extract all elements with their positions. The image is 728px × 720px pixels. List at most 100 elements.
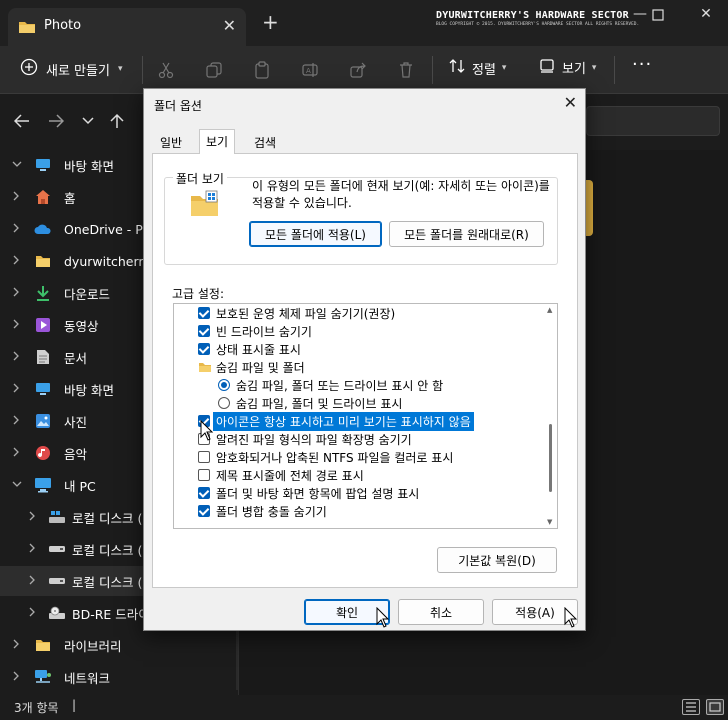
chevron-right-icon[interactable]: [12, 415, 20, 428]
sidebar-item-label: dyurwitcherry: [64, 253, 151, 269]
chevron-right-icon[interactable]: [12, 255, 20, 268]
checkbox-checked[interactable]: [198, 343, 210, 355]
close-window-icon[interactable]: ✕: [688, 6, 724, 26]
chevron-right-icon[interactable]: [12, 671, 20, 684]
checkbox-option-row[interactable]: 빈 드라이브 숨기기: [174, 322, 542, 340]
forward-arrow-icon[interactable]: [48, 113, 65, 132]
new-label: 새로 만들기: [46, 63, 110, 79]
sidebar-item-label: 라이브러리: [64, 638, 122, 654]
pc-icon: [34, 476, 52, 494]
watermark-subtitle: BLOG COPYRIGHT © 2015. DYURWITCHERRY'S H…: [436, 22, 640, 27]
chevron-right-icon[interactable]: [12, 287, 20, 300]
checkbox-option-row[interactable]: 보호된 운영 체제 파일 숨기기(권장): [174, 304, 542, 322]
recent-chevron-icon[interactable]: [82, 113, 94, 132]
maximize-icon[interactable]: [640, 6, 676, 26]
reset-folders-button[interactable]: 모든 폴더를 원래대로(R): [389, 221, 544, 247]
tab-search[interactable]: 검색: [248, 131, 282, 153]
restore-defaults-button[interactable]: 기본값 복원(D): [437, 547, 557, 573]
new-button[interactable]: 새로 만들기 ▾: [20, 58, 122, 80]
close-icon[interactable]: ✕: [564, 93, 577, 112]
new-tab-icon[interactable]: +: [262, 12, 279, 32]
checkbox-unchecked[interactable]: [198, 469, 210, 481]
checkbox-option-row[interactable]: 폴더 및 바탕 화면 항목에 팝업 설명 표시: [174, 484, 542, 502]
sidebar-item-label: 문서: [64, 350, 88, 366]
large-icons-view-icon[interactable]: [706, 699, 724, 715]
view-icon: [540, 58, 556, 77]
delete-icon[interactable]: [394, 58, 418, 82]
view-button[interactable]: 보기 ▾: [540, 58, 596, 77]
option-label: 폴더 및 바탕 화면 항목에 팝업 설명 표시: [216, 486, 420, 501]
desktop-icon: [34, 380, 52, 398]
radio-option-row[interactable]: 숨김 파일, 폴더 또는 드라이브 표시 안 함: [174, 376, 542, 394]
sidebar-item[interactable]: 라이브러리: [0, 630, 238, 660]
sidebar-item-label: OneDrive - Pe: [64, 221, 151, 237]
folder-options-dialog: 폴더 옵션 ✕ 일반 보기 검색 폴더 보기 이 유형의 모든 폴더에 현재 보…: [143, 88, 586, 631]
scroll-up-icon[interactable]: ▲: [547, 306, 552, 314]
sidebar-item[interactable]: 네트워크: [0, 662, 238, 692]
scrollbar-thumb[interactable]: [549, 424, 552, 492]
apply-to-all-folders-button[interactable]: 모든 폴더에 적용(L): [249, 221, 382, 247]
checkbox-option-row[interactable]: 암호화되거나 압축된 NTFS 파일을 컬러로 표시: [174, 448, 542, 466]
sidebar-item-label: 내 PC: [64, 478, 96, 494]
scroll-down-icon[interactable]: ▼: [547, 518, 552, 526]
chevron-right-icon[interactable]: [12, 351, 20, 364]
sidebar-item-label: 사진: [64, 414, 88, 430]
music-icon: [34, 444, 52, 462]
rename-icon[interactable]: A: [298, 58, 322, 82]
advanced-settings-scrollbar[interactable]: ▲ ▼: [545, 304, 557, 528]
checkbox-unchecked[interactable]: [198, 451, 210, 463]
checkbox-checked[interactable]: [198, 325, 210, 337]
watermark-title: DYURWITCHERRY'S HARDWARE SECTOR: [436, 10, 629, 21]
chevron-right-icon[interactable]: [28, 543, 36, 556]
checkbox-checked[interactable]: [198, 307, 210, 319]
details-view-icon[interactable]: [682, 699, 700, 715]
chevron-right-icon[interactable]: [28, 511, 36, 524]
tab-view[interactable]: 보기: [199, 129, 236, 154]
checkbox-option-row[interactable]: 알려진 파일 형식의 파일 확장명 숨기기: [174, 430, 542, 448]
paste-icon[interactable]: [250, 58, 274, 82]
copy-icon[interactable]: [202, 58, 226, 82]
advanced-settings-list[interactable]: 보호된 운영 체제 파일 숨기기(권장) 빈 드라이브 숨기기 상태 표시줄 표시숨…: [173, 303, 558, 529]
cut-icon[interactable]: [154, 58, 178, 82]
folder-thumbnail[interactable]: [585, 180, 593, 236]
cancel-button[interactable]: 취소: [398, 599, 484, 625]
chevron-right-icon[interactable]: [12, 639, 20, 652]
sidebar-item-label: 홈: [64, 190, 76, 206]
back-arrow-icon[interactable]: [13, 113, 30, 132]
sort-button[interactable]: 정렬 ▾: [448, 58, 506, 78]
chevron-right-icon[interactable]: [12, 191, 20, 204]
search-box[interactable]: [586, 106, 720, 136]
chevron-down-icon: ▾: [117, 64, 123, 74]
up-arrow-icon[interactable]: [110, 113, 124, 133]
radio-selected[interactable]: [218, 379, 230, 391]
chevron-right-icon[interactable]: [28, 575, 36, 588]
chevron-right-icon[interactable]: [12, 223, 20, 236]
chevron-right-icon[interactable]: [12, 319, 20, 332]
drive-icon: [48, 540, 66, 558]
chevron-right-icon[interactable]: [12, 447, 20, 460]
checkbox-checked[interactable]: [198, 505, 210, 517]
advanced-settings-label: 고급 설정:: [172, 287, 225, 301]
sidebar-item-label: 로컬 디스크 (: [72, 574, 143, 590]
tab-general[interactable]: 일반: [154, 131, 188, 153]
chevron-down-icon[interactable]: [12, 480, 22, 491]
more-options-icon[interactable]: ···: [632, 54, 652, 75]
chevron-down-icon[interactable]: [12, 160, 22, 171]
share-icon[interactable]: [346, 58, 370, 82]
sidebar-item-label: 동영상: [64, 318, 99, 334]
radio-option-row[interactable]: 숨김 파일, 폴더 및 드라이브 표시: [174, 394, 542, 412]
checkbox-option-row[interactable]: 아이콘은 항상 표시하고 미리 보기는 표시하지 않음: [174, 411, 542, 431]
checkbox-option-row[interactable]: 제목 표시줄에 전체 경로 표시: [174, 466, 542, 484]
checkbox-option-row[interactable]: 상태 표시줄 표시: [174, 340, 542, 358]
tab-photo[interactable]: Photo ✕: [8, 8, 246, 46]
mouse-cursor-icon: [200, 420, 214, 441]
option-label: 숨김 파일 및 폴더: [216, 360, 305, 375]
chevron-right-icon[interactable]: [12, 383, 20, 396]
option-label: 숨김 파일, 폴더 또는 드라이브 표시 안 함: [236, 378, 444, 393]
chevron-right-icon[interactable]: [28, 607, 36, 620]
checkbox-checked[interactable]: [198, 487, 210, 499]
sidebar-item-label: 로컬 디스크 (: [72, 510, 143, 526]
radio-unselected[interactable]: [218, 397, 230, 409]
checkbox-option-row[interactable]: 폴더 병합 충돌 숨기기: [174, 502, 542, 520]
close-tab-icon[interactable]: ✕: [223, 16, 236, 35]
